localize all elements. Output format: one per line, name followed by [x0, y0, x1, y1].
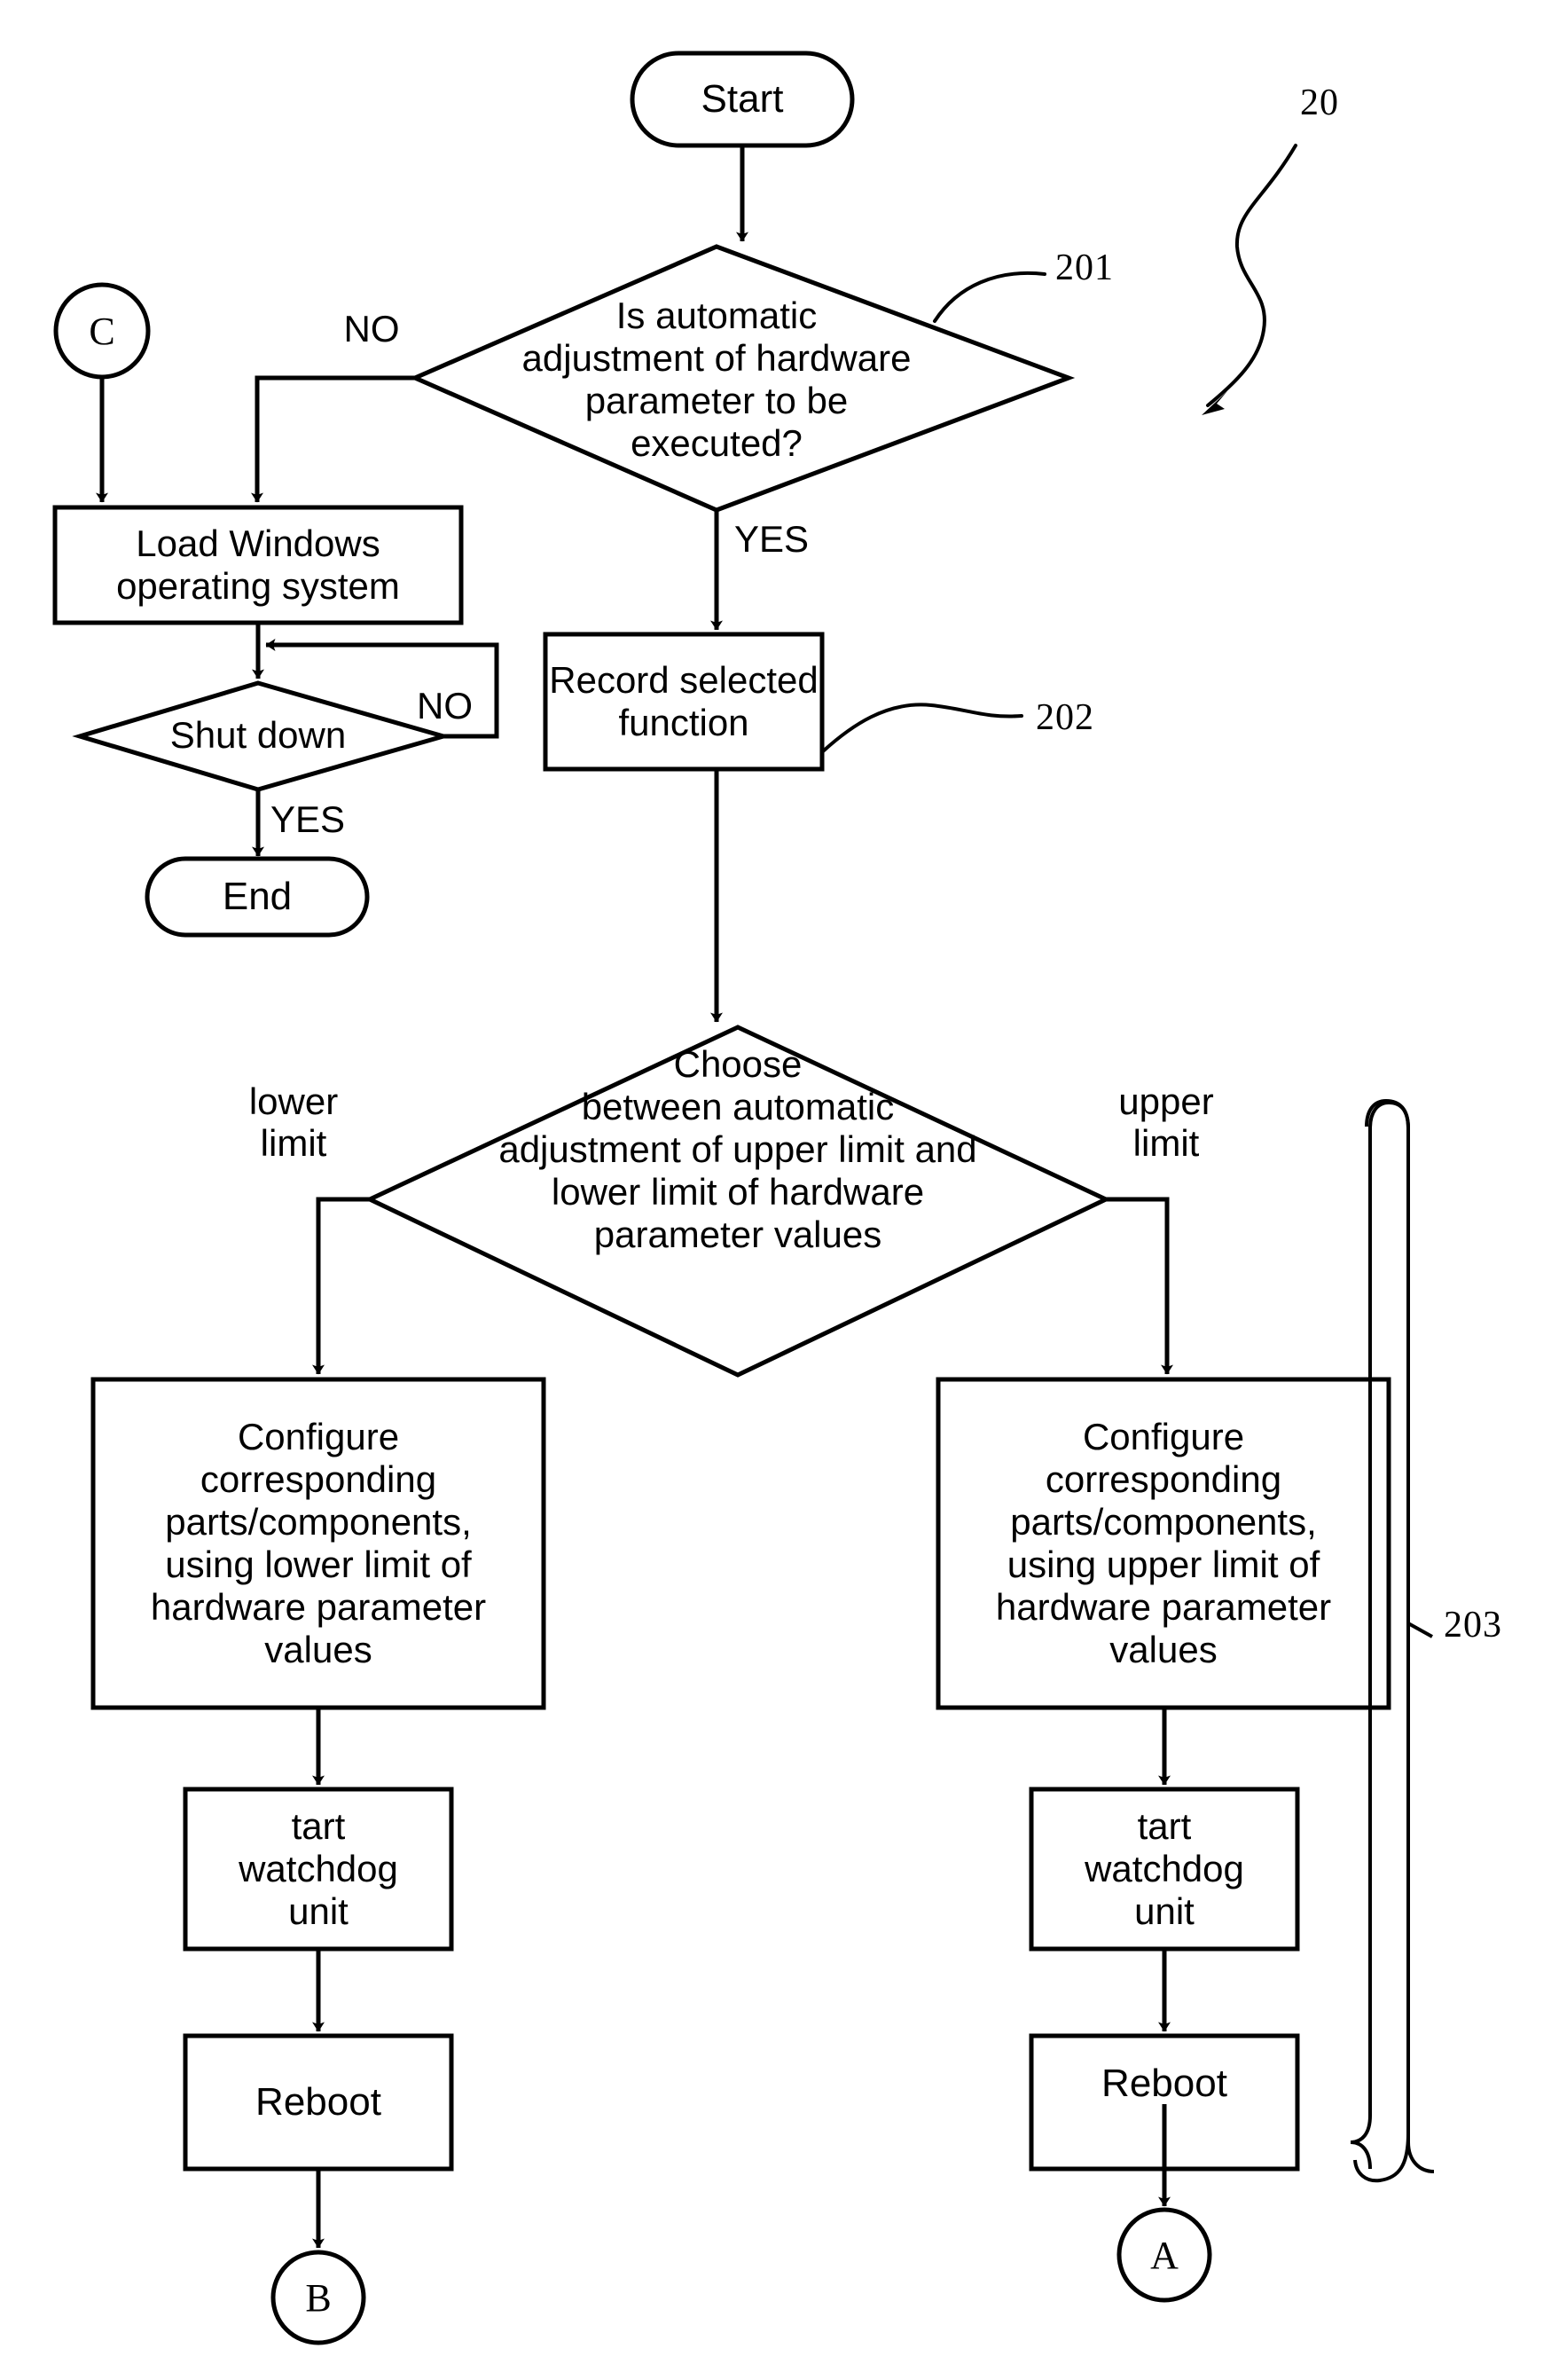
- bracket-203: [1350, 1100, 1435, 2173]
- edge-upper-limit-branch: [1106, 1197, 1173, 1375]
- watchdog-left-box-shape: [183, 1787, 454, 1952]
- figure-20-leader: [1206, 144, 1297, 407]
- reference-label-203: 203: [1444, 1605, 1502, 1646]
- start-node-shape: [630, 51, 855, 148]
- leader-201: [933, 271, 1046, 323]
- connector-c-label: C: [89, 309, 115, 353]
- bracket-203-bottom-curl: [1353, 1128, 1410, 2183]
- edge-no-to-load-windows: [251, 375, 415, 503]
- watchdog-right-box-shape: [1029, 1787, 1300, 1952]
- edge-label-no-auto-adjust: NO: [343, 308, 400, 350]
- figure-20-arrowhead: [1202, 391, 1227, 415]
- reference-label-201: 201: [1055, 247, 1114, 288]
- edge-label-yes-shutdown: YES: [270, 798, 346, 840]
- decision-choose-shape: [364, 1025, 1111, 1378]
- connector-b-label: B: [305, 2275, 332, 2320]
- edge-label-yes-auto-adjust: YES: [734, 518, 810, 560]
- end-node-shape: [145, 856, 370, 938]
- reboot-left-box-shape: [183, 2033, 454, 2172]
- load-windows-box-shape: [52, 505, 464, 625]
- configure-lower-box-shape: [90, 1377, 546, 1710]
- edge-label-lower-limit: lower limit: [248, 1080, 339, 1165]
- configure-upper-box-shape: [936, 1377, 1391, 1710]
- flowchart-figure: Start Is automatic adjustment of hardwar…: [0, 0, 1559, 2380]
- edge-lower-limit-branch: [312, 1197, 370, 1375]
- connector-a-label: A: [1150, 2233, 1179, 2277]
- edge-label-no-shutdown: NO: [417, 685, 473, 727]
- edge-label-upper-limit: upper limit: [1118, 1080, 1214, 1165]
- leader-202: [821, 703, 1023, 753]
- decision-shutdown-shape: [72, 680, 452, 792]
- flowchart-graphics-layer: [52, 51, 1435, 2345]
- record-function-box-shape: [543, 632, 825, 772]
- reference-label-20: 20: [1300, 82, 1339, 123]
- bracket-203-midpoint: [1407, 1622, 1433, 1638]
- reference-label-202: 202: [1036, 697, 1094, 738]
